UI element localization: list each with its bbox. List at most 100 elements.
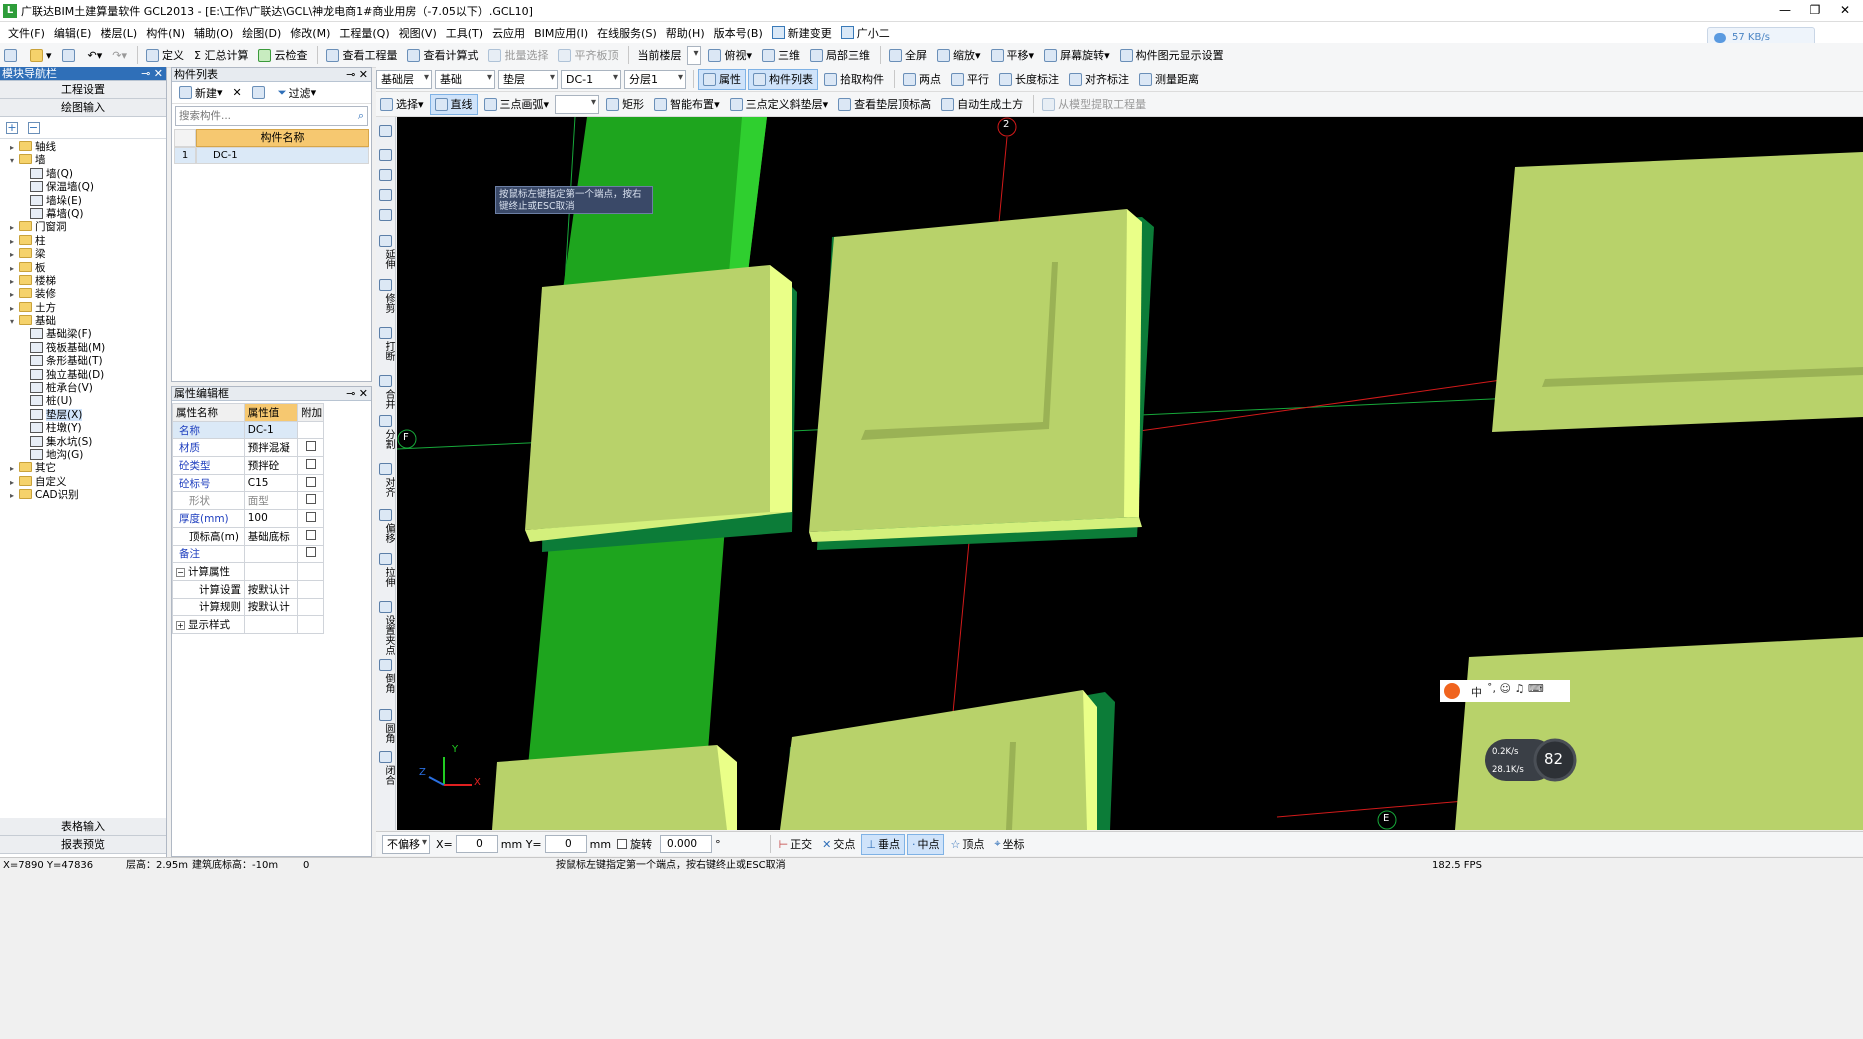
coordinate-snap[interactable]: ⌖ 坐标 [990,834,1028,855]
attach-checkbox[interactable] [306,441,317,452]
tree-expander-icon[interactable]: ▸ [10,288,19,301]
tree-item[interactable]: ▸ 板 [0,261,166,275]
filter-button[interactable]: ⏷ 过滤 ▾ [274,82,320,103]
property-row[interactable]: 名称 DC-1 [172,420,324,440]
redo-button[interactable]: ↷▾ [108,45,131,66]
complist-pin-close[interactable]: ⊸ ✕ [346,68,368,81]
tree-item[interactable]: ▸ 柱 [0,234,166,248]
slope-pad-button[interactable]: 三点定义斜垫层 ▾ [726,94,833,115]
menu-item-14[interactable]: 版本号(B) [714,25,763,41]
vtool-quick-icon-3[interactable] [379,189,392,201]
property-value[interactable]: 100 [243,509,299,528]
tree-expander-icon[interactable]: ▸ [10,221,19,234]
vtool-button-9[interactable]: 倒角 [378,673,394,693]
menu-item-9[interactable]: 工具(T) [446,25,483,41]
open-file-button[interactable]: ▾ [26,45,56,66]
drawing-input-button[interactable]: 绘图输入 [0,99,166,117]
minimize-button[interactable]: — [1770,0,1800,22]
offset-select[interactable]: 不偏移 [382,834,430,854]
vertex-snap[interactable]: ☆ 顶点 [946,834,988,855]
property-row[interactable]: 计算设置 按默认计 [172,579,324,599]
top-view-button[interactable]: 俯视 ▾ [704,45,756,66]
attach-checkbox[interactable] [306,458,317,469]
tree-item[interactable]: 柱墩(Y) [0,422,166,435]
tree-expander-icon[interactable]: ▸ [10,476,19,489]
vtool-button-3[interactable]: 合并 [378,389,394,409]
tree-item[interactable]: ▸ 土方 [0,301,166,315]
property-row[interactable]: 顶标高(m) 基础底标 [172,526,324,546]
vtool-quick-icon-2[interactable] [379,169,392,181]
y-input[interactable]: 0 [544,835,587,853]
rotate-angle-input[interactable]: 0.000 [660,835,713,853]
menu-item-6[interactable]: 修改(M) [290,25,330,41]
view-pad-elev-button[interactable]: 查看垫层顶标高 [834,94,935,115]
close-button[interactable]: ✕ [1830,0,1860,22]
tree-item[interactable]: ▸ 装修 [0,288,166,301]
property-value[interactable] [243,562,299,581]
property-value[interactable]: DC-1 [243,420,299,440]
screen-rotate-button[interactable]: 屏幕旋转 ▾ [1040,45,1114,66]
tree-item[interactable]: ▾ 基础 [0,315,166,328]
property-row[interactable]: + 显示样式 [172,615,324,634]
tree-expander-icon[interactable]: ▸ [10,462,19,475]
type-select[interactable]: 垫层 [498,69,558,89]
tree-expander-icon[interactable]: ▸ [10,302,19,315]
menu-item-2[interactable]: 楼层(L) [100,25,137,41]
report-preview-button[interactable]: 报表预览 [0,836,166,854]
property-row[interactable]: 形状 面型 [172,491,324,511]
align-dim-button[interactable]: 对齐标注 [1065,69,1133,90]
tree-item[interactable]: 保温墙(Q) [0,181,166,194]
tree-item[interactable]: 筏板基础(M) [0,341,166,355]
tree-item[interactable]: ▸ CAD识别 [0,489,166,502]
parallel-button[interactable]: 平行 [947,69,993,90]
intersection-snap[interactable]: ✕ 交点 [818,834,859,855]
menu-item-13[interactable]: 帮助(H) [666,25,705,41]
property-value[interactable] [243,615,299,634]
batch-select-button[interactable]: 批量选择 [484,45,552,66]
tree-item[interactable]: 墙垛(E) [0,194,166,208]
property-value[interactable]: 预拌混凝 [243,438,299,458]
three-d-button[interactable]: 三维 [758,45,804,66]
property-row[interactable]: 材质 预拌混凝 [172,438,324,458]
menu-item-16[interactable]: 广小二 [841,25,890,41]
menu-item-5[interactable]: 绘图(D) [242,25,281,41]
tree-item[interactable]: ▸ 其它 [0,462,166,475]
vtool-button-1[interactable]: 修剪 [378,293,394,313]
attach-checkbox[interactable] [306,476,317,487]
ime-mode[interactable]: 中 [1471,684,1482,700]
perpendicular-snap[interactable]: ⊥ 垂点 [861,833,905,855]
attach-checkbox[interactable] [306,547,317,558]
menu-item-12[interactable]: 在线服务(S) [597,25,657,41]
property-value[interactable]: 按默认计 [243,579,299,599]
vtool-button-11[interactable]: 闭合 [378,765,394,785]
new-component-button[interactable]: 新建 ▾ [175,82,227,103]
menu-item-8[interactable]: 视图(V) [399,25,437,41]
attach-checkbox[interactable] [306,529,317,540]
component-search-input[interactable] [176,107,346,125]
property-row[interactable]: 砼类型 预拌砼 [172,456,324,475]
menu-item-10[interactable]: 云应用 [492,25,525,41]
tree-item[interactable]: ▸ 自定义 [0,475,166,489]
vtool-quick-icon-1[interactable] [379,149,392,161]
vtool-button-2[interactable]: 打断 [378,341,394,361]
property-row[interactable]: 备注 [172,544,324,564]
two-points-button[interactable]: 两点 [899,69,945,90]
property-value[interactable]: 预拌砼 [243,456,299,475]
tree-item[interactable]: ▸ 轴线 [0,141,166,154]
current-floor-button[interactable]: 当前楼层 [633,45,685,66]
menu-item-4[interactable]: 辅助(O) [194,25,233,41]
component-select[interactable]: DC-1 [561,69,621,89]
tree-item[interactable]: ▾ 墙 [0,154,166,167]
category-select[interactable]: 基础 [435,69,495,89]
tree-item[interactable]: 独立基础(D) [0,368,166,382]
menu-item-7[interactable]: 工程量(Q) [339,25,389,41]
menu-item-1[interactable]: 编辑(E) [54,25,92,41]
menu-item-0[interactable]: 文件(F) [8,25,45,41]
property-row[interactable]: 计算规则 按默认计 [172,597,324,617]
summary-calc-button[interactable]: Σ 汇总计算 [190,45,252,66]
props-pin-close[interactable]: ⊸ ✕ [346,387,368,400]
group-expander-icon[interactable]: + [176,621,185,631]
cloud-check-button[interactable]: 云检查 [254,45,311,66]
property-value[interactable]: 按默认计 [243,597,299,617]
rectangle-button[interactable]: 矩形 [602,94,648,115]
